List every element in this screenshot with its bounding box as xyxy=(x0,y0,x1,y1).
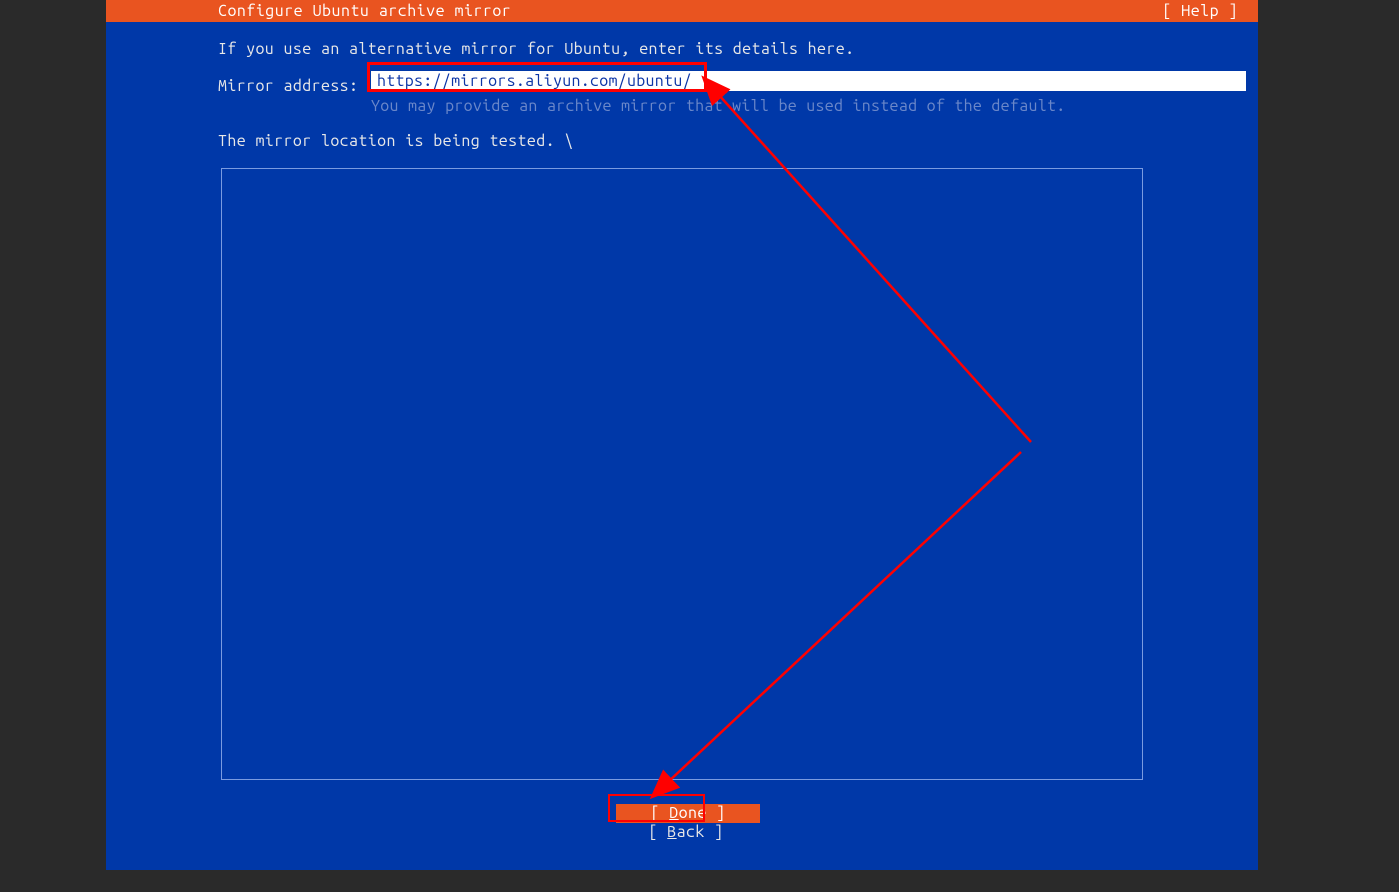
page-title: Configure Ubuntu archive mirror xyxy=(116,2,511,20)
back-button[interactable]: [ Back ] xyxy=(616,823,756,842)
mirror-address-label: Mirror address: xyxy=(218,77,358,95)
done-rest: one ] xyxy=(679,804,726,822)
done-pre: [ xyxy=(651,804,670,822)
installer-screen: Configure Ubuntu archive mirror [ Help ]… xyxy=(106,0,1258,870)
mirror-hint-text: You may provide an archive mirror that w… xyxy=(371,97,1066,115)
done-accel: D xyxy=(669,804,678,822)
testing-status-text: The mirror location is being tested. \ xyxy=(218,132,574,150)
title-bar: Configure Ubuntu archive mirror [ Help ] xyxy=(106,0,1258,22)
instruction-text: If you use an alternative mirror for Ubu… xyxy=(218,40,854,58)
back-rest: ack ] xyxy=(677,823,724,841)
back-pre: [ xyxy=(649,823,668,841)
help-button[interactable]: [ Help ] xyxy=(1162,2,1248,20)
done-button[interactable]: [ Done ] xyxy=(616,804,760,823)
back-accel: B xyxy=(667,823,676,841)
mirror-address-input[interactable] xyxy=(371,71,1246,91)
mirror-test-output-box xyxy=(221,168,1143,780)
